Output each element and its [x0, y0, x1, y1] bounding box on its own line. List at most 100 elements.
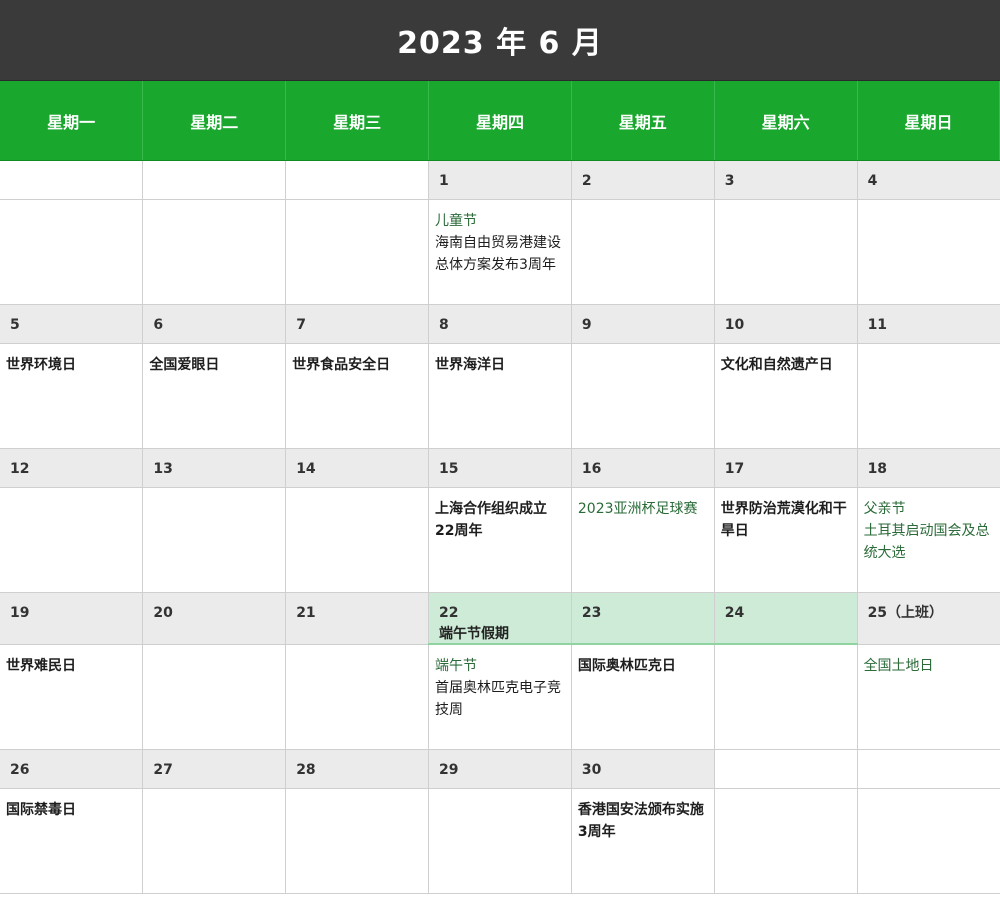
date-cell[interactable]: 10	[713, 304, 858, 344]
date-cell[interactable]: 18	[856, 448, 1000, 488]
event-text: 儿童节	[435, 213, 478, 229]
event-cell	[0, 199, 144, 305]
event-cell	[713, 788, 858, 894]
calendar-grid: 星期一 星期二 星期三 星期四 星期五 星期六 星期日 1 2 3 4 儿童节	[0, 81, 1000, 894]
event-cell: 世界食品安全日	[285, 343, 430, 449]
event-cell: 世界防治荒漠化和干旱日	[713, 487, 858, 593]
date-cell-empty	[142, 160, 287, 200]
event-cell	[856, 788, 1000, 894]
event-cell	[142, 199, 287, 305]
date-cell[interactable]: 1	[428, 160, 572, 200]
date-number: 24	[724, 605, 745, 621]
weekday-fri: 星期五	[570, 81, 715, 161]
date-cell[interactable]: 28	[285, 749, 430, 789]
date-cell[interactable]: 15	[428, 448, 572, 488]
event-cell: 香港国安法颁布实施3周年	[570, 788, 715, 894]
date-number: 12	[10, 461, 30, 477]
event-cell	[570, 199, 715, 305]
event-cell	[0, 487, 144, 593]
event-text: 首届奥林匹克电子竞技周	[435, 680, 562, 718]
date-cell[interactable]: 14	[285, 448, 430, 488]
date-cell[interactable]: 4	[856, 160, 1000, 200]
date-number: 3	[724, 173, 735, 189]
event-cell: 国际禁毒日	[0, 788, 144, 894]
date-cell[interactable]: 3	[713, 160, 858, 200]
event-cell	[713, 643, 858, 750]
event-cell: 世界海洋日	[428, 343, 572, 449]
date-cell[interactable]: 9	[570, 304, 715, 344]
event-cell	[142, 487, 287, 593]
event-cell: 全国土地日	[856, 643, 1000, 750]
weekday-sun: 星期日	[856, 81, 1000, 161]
event-cell	[856, 343, 1000, 449]
date-number: 6	[153, 317, 164, 333]
date-cell-holiday[interactable]: 22 端午节假期	[428, 592, 572, 645]
date-cell[interactable]: 8	[428, 304, 572, 344]
event-cell	[285, 643, 430, 750]
date-cell[interactable]: 11	[856, 304, 1000, 344]
event-text: 全国爱眼日	[149, 357, 220, 373]
date-cell-empty	[0, 160, 144, 200]
date-number: 11	[867, 317, 888, 333]
event-text: 世界海洋日	[435, 357, 506, 373]
date-cell[interactable]: 29	[428, 749, 572, 789]
date-cell[interactable]: 26	[0, 749, 144, 789]
date-number: 5	[10, 317, 20, 333]
date-number: 10	[724, 317, 745, 333]
date-cell-holiday[interactable]: 24	[713, 592, 858, 645]
week-2-events: 世界环境日 全国爱眼日 世界食品安全日 世界海洋日 文化和自然遗产日	[0, 343, 1000, 449]
date-number: 9	[581, 317, 592, 333]
event-cell	[285, 199, 430, 305]
date-cell[interactable]: 30	[570, 749, 715, 789]
date-number: 30	[581, 762, 602, 778]
event-cell: 2023亚洲杯足球赛	[570, 487, 715, 593]
date-cell[interactable]: 7	[285, 304, 430, 344]
event-text: 国际禁毒日	[6, 802, 76, 818]
event-text: 全国土地日	[863, 657, 934, 674]
week-3-dates: 12 13 14 15 16 17 18	[0, 448, 1000, 488]
date-cell[interactable]: 25（上班）	[856, 592, 1000, 645]
event-cell: 父亲节 土耳其启动国会及总统大选	[856, 487, 1000, 593]
date-number: 8	[439, 317, 449, 333]
date-cell[interactable]: 13	[142, 448, 287, 488]
event-cell: 全国爱眼日	[142, 343, 287, 449]
week-2-dates: 5 6 7 8 9 10 11	[0, 304, 1000, 344]
date-cell[interactable]: 16	[570, 448, 715, 488]
event-cell: 国际奥林匹克日	[570, 643, 715, 750]
event-text: 世界难民日	[6, 657, 76, 674]
date-number: 22	[439, 605, 459, 621]
weekday-tue: 星期二	[142, 81, 287, 161]
event-cell	[856, 199, 1000, 305]
date-cell-empty	[713, 749, 858, 789]
event-text: 2023亚洲杯足球赛	[577, 501, 698, 517]
date-number: 1	[439, 173, 449, 189]
date-cell[interactable]: 20	[142, 592, 287, 645]
date-number: 7	[296, 317, 306, 333]
date-number: 2	[581, 173, 592, 189]
event-cell	[285, 487, 430, 593]
week-4-events: 世界难民日 端午节 首届奥林匹克电子竞技周 国际奥林匹克日 全国土地日	[0, 643, 1000, 750]
date-cell[interactable]: 6	[142, 304, 287, 344]
week-5-dates: 26 27 28 29 30	[0, 749, 1000, 789]
date-cell[interactable]: 19	[0, 592, 144, 645]
date-cell-holiday[interactable]: 23	[570, 592, 715, 645]
event-text: 海南自由贸易港建设总体方案发布3周年	[435, 235, 562, 273]
event-text: 世界食品安全日	[292, 357, 391, 373]
holiday-label: 端午节假期	[439, 626, 510, 642]
date-number: 23	[581, 605, 602, 621]
date-cell[interactable]: 21	[285, 592, 430, 645]
week-5-events: 国际禁毒日 香港国安法颁布实施3周年	[0, 788, 1000, 894]
weekday-thu: 星期四	[428, 81, 572, 161]
event-cell: 世界环境日	[0, 343, 144, 449]
date-number: 17	[724, 461, 745, 477]
date-number: 27	[153, 762, 173, 778]
weekday-wed: 星期三	[285, 81, 430, 161]
event-cell: 文化和自然遗产日	[713, 343, 858, 449]
date-cell[interactable]: 17	[713, 448, 858, 488]
event-cell: 儿童节 海南自由贸易港建设总体方案发布3周年	[428, 199, 572, 305]
event-cell	[570, 343, 715, 449]
date-cell[interactable]: 12	[0, 448, 144, 488]
date-cell[interactable]: 2	[570, 160, 715, 200]
date-cell[interactable]: 27	[142, 749, 287, 789]
date-cell[interactable]: 5	[0, 304, 144, 344]
